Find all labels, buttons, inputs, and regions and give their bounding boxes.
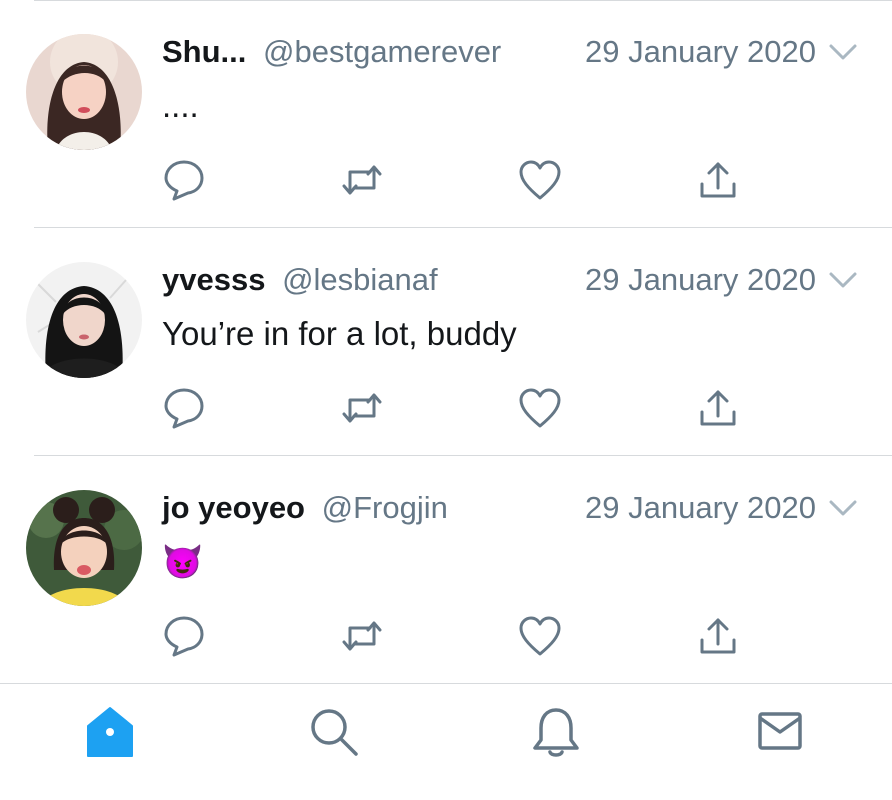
tweet-actions — [0, 614, 892, 658]
reply-icon[interactable] — [162, 386, 206, 430]
chevron-down-icon[interactable] — [828, 40, 858, 64]
tweet-actions — [0, 158, 892, 202]
display-name[interactable]: jo yeoyeo — [162, 490, 305, 525]
display-name[interactable]: Shu... — [162, 34, 246, 69]
display-name[interactable]: yvesss — [162, 262, 265, 297]
handle[interactable]: @Frogjin — [322, 490, 448, 525]
retweet-icon[interactable] — [340, 386, 384, 430]
share-icon[interactable] — [696, 158, 740, 202]
tweet-date: 29 January 2020 — [585, 262, 816, 297]
handle[interactable]: @lesbianaf — [282, 262, 438, 297]
avatar[interactable] — [26, 490, 142, 606]
tweet-actions — [0, 386, 892, 430]
like-icon[interactable] — [518, 386, 562, 430]
reply-icon[interactable] — [162, 614, 206, 658]
share-icon[interactable] — [696, 386, 740, 430]
avatar[interactable] — [26, 262, 142, 378]
home-icon[interactable] — [80, 702, 140, 762]
reply-icon[interactable] — [162, 158, 206, 202]
tweet-text: You’re in for a lot, buddy — [162, 315, 517, 352]
tweet[interactable]: yvesss @lesbianaf 29 January 2020 You’re… — [0, 228, 892, 455]
retweet-icon[interactable] — [340, 614, 384, 658]
bottom-tab-bar — [0, 684, 892, 800]
tweet-text: 😈 — [162, 543, 204, 580]
retweet-icon[interactable] — [340, 158, 384, 202]
messages-icon[interactable] — [750, 702, 810, 762]
search-icon[interactable] — [304, 702, 364, 762]
notifications-icon[interactable] — [526, 702, 586, 762]
avatar[interactable] — [26, 34, 142, 150]
share-icon[interactable] — [696, 614, 740, 658]
tweet-date: 29 January 2020 — [585, 34, 816, 69]
like-icon[interactable] — [518, 158, 562, 202]
handle[interactable]: @bestgamerever — [263, 34, 501, 69]
chevron-down-icon[interactable] — [828, 496, 858, 520]
tweet[interactable]: jo yeoyeo @Frogjin 29 January 2020 😈 — [0, 456, 892, 683]
chevron-down-icon[interactable] — [828, 268, 858, 292]
tweet[interactable]: Shu... @bestgamerever 29 January 2020 ..… — [0, 0, 892, 227]
tweet-date: 29 January 2020 — [585, 490, 816, 525]
tweet-text: .... — [162, 87, 199, 124]
like-icon[interactable] — [518, 614, 562, 658]
